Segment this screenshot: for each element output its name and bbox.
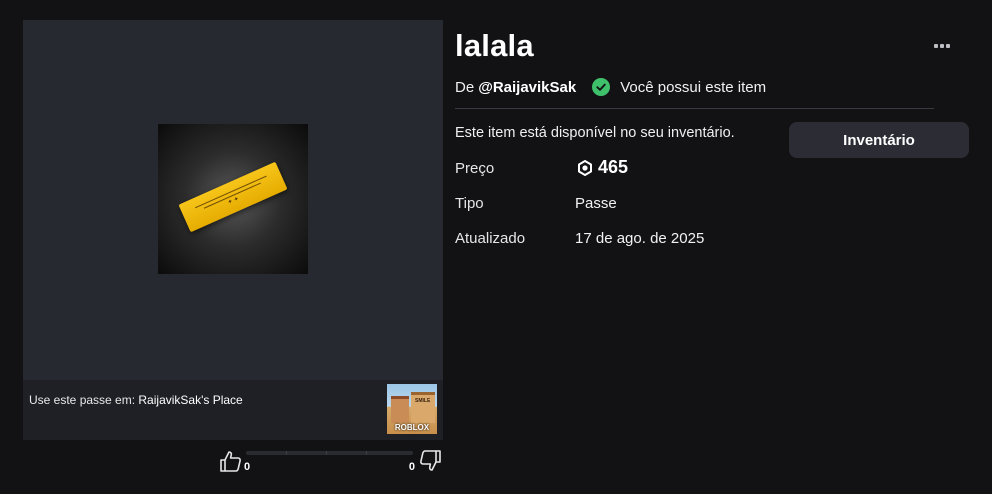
place-thumb-sign: SMILE	[415, 398, 431, 404]
price: 465	[577, 157, 628, 178]
item-image-panel: ✦ ✦ Use este passe em: RaijavikSak's Pla…	[23, 20, 443, 440]
by-prefix: De	[455, 78, 475, 96]
item-thumbnail: ✦ ✦	[158, 124, 308, 274]
vote-bar: 0 0	[218, 448, 443, 476]
item-title: lalala	[455, 28, 534, 63]
ticket-icon: ✦ ✦	[178, 161, 288, 233]
roblox-logo: ROBLOX	[394, 423, 430, 432]
place-bar: Use este passe em: RaijavikSak's Place S…	[23, 380, 443, 440]
updated-label: Atualizado	[455, 230, 526, 247]
downvote-count: 0	[408, 461, 415, 473]
thumbs-down-icon[interactable]	[417, 448, 443, 474]
byline: De @RaijavikSak Você possui este item	[455, 78, 766, 96]
place-thumbnail[interactable]: SMILE ROBLOX	[387, 384, 437, 434]
place-link[interactable]: Use este passe em: RaijavikSak's Place	[29, 393, 243, 407]
more-options-icon[interactable]	[930, 38, 954, 54]
type-value: Passe	[575, 195, 617, 212]
place-prefix: Use este passe em:	[29, 393, 139, 407]
price-label: Preço	[455, 160, 495, 177]
robux-icon	[578, 159, 592, 176]
type-label: Tipo	[455, 195, 484, 212]
availability-text: Este item está disponível no seu inventá…	[455, 125, 735, 141]
creator-link[interactable]: @RaijavikSak	[478, 79, 576, 96]
vote-ratio-bar	[246, 451, 413, 455]
divider	[455, 108, 934, 109]
upvote-count: 0	[244, 461, 251, 473]
place-name[interactable]: RaijavikSak's Place	[138, 393, 242, 407]
owned-status: Você possui este item	[620, 78, 767, 96]
price-value: 465	[598, 157, 629, 177]
check-circle-icon	[592, 78, 611, 96]
updated-value: 17 de ago. de 2025	[575, 230, 705, 247]
inventory-button[interactable]: Inventário	[789, 122, 969, 158]
thumbs-up-icon[interactable]	[218, 448, 244, 474]
